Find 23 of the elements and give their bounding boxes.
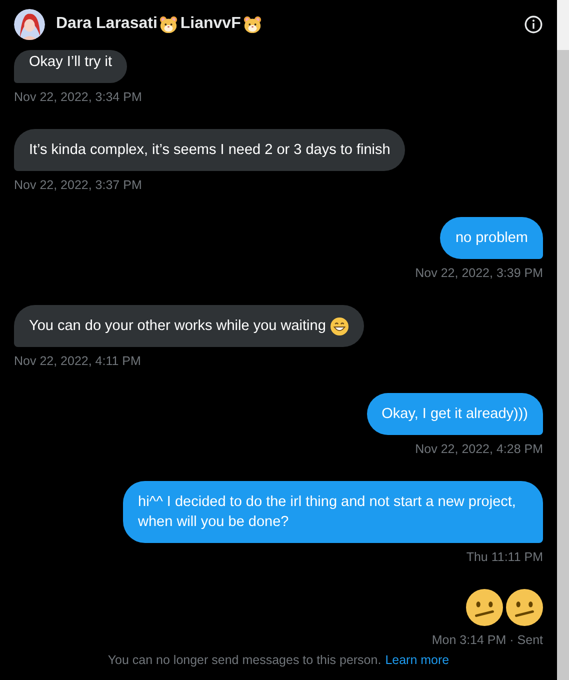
message-bubble: hi^^ I decided to do the irl thing and not start a new project, when will you be done?: [123, 481, 543, 543]
message-timestamp: Nov 22, 2022, 3:34 PM: [14, 90, 142, 104]
message-bubble: It’s kinda complex, it’s seems I need 2 or 3 days to finish: [14, 129, 406, 171]
neutral-face-icon: [466, 589, 503, 626]
scroll-bar[interactable]: [557, 0, 569, 680]
info-icon[interactable]: [524, 14, 543, 34]
message-bubble: You can do your other works while you waiting: [14, 305, 364, 347]
blocked-notice: You can no longer send messages to this person.: [108, 653, 382, 667]
message-timestamp: Thu 11:11 PM: [466, 550, 543, 564]
message-timestamp: Nov 22, 2022, 4:28 PM: [415, 442, 543, 456]
contact-name: Dara Larasati: [56, 15, 158, 33]
grinning-face-icon: [330, 316, 349, 336]
contact-handle: LianvvF: [180, 15, 241, 33]
message-timestamp: Nov 22, 2022, 3:37 PM: [14, 178, 142, 192]
message-bubble: no problem: [440, 217, 543, 259]
message-timestamp: Mon 3:14 PM · Sent: [432, 633, 543, 647]
avatar[interactable]: [14, 8, 45, 40]
learn-more-link[interactable]: Learn more: [385, 653, 450, 667]
message-timestamp: Nov 22, 2022, 3:39 PM: [415, 266, 543, 280]
neutral-face-icon: [506, 589, 543, 626]
message-bubble: Okay I’ll try it: [14, 50, 127, 83]
message-bubble: Okay, I get it already))): [366, 393, 543, 435]
message-timestamp: Nov 22, 2022, 4:11 PM: [14, 354, 141, 368]
